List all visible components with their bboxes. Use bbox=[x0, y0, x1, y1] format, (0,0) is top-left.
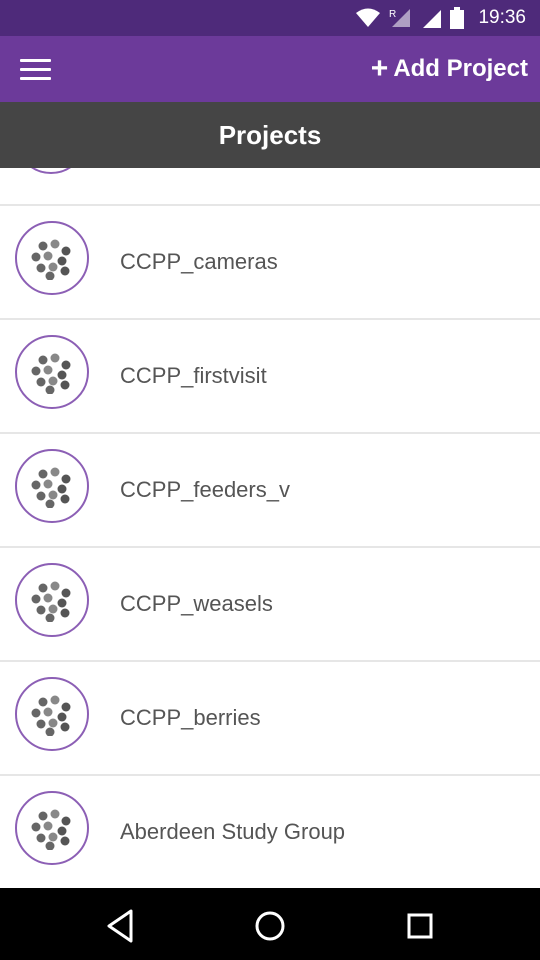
project-avatar bbox=[15, 563, 89, 637]
wifi-icon bbox=[356, 8, 381, 27]
list-item-partial[interactable] bbox=[0, 168, 540, 206]
project-avatar bbox=[15, 168, 87, 174]
hamburger-menu-icon[interactable] bbox=[20, 52, 58, 86]
cluster-logo-icon bbox=[31, 467, 71, 508]
add-project-label: Add Project bbox=[393, 55, 528, 82]
project-avatar bbox=[15, 335, 89, 409]
project-row[interactable]: CCPP_berries bbox=[0, 662, 540, 776]
project-list[interactable]: CCPP_cameras CCPP_firstvisit CCPP_feeders_… bbox=[0, 168, 540, 888]
project-row[interactable]: CCPP_cameras bbox=[0, 206, 540, 320]
cluster-logo-icon bbox=[31, 581, 71, 622]
project-name: CCPP_berries bbox=[120, 705, 261, 730]
project-avatar bbox=[15, 677, 89, 751]
project-name: Aberdeen Study Group bbox=[120, 819, 346, 844]
project-name: CCPP_feeders_v bbox=[120, 477, 290, 502]
status-time: 19:36 bbox=[478, 7, 526, 28]
project-avatar bbox=[15, 221, 89, 295]
cluster-logo-icon bbox=[31, 239, 71, 280]
project-avatar bbox=[15, 791, 89, 865]
back-triangle-icon[interactable] bbox=[101, 906, 141, 946]
add-project-button[interactable]: + Add Project bbox=[371, 36, 528, 102]
roaming-label: R bbox=[389, 9, 396, 20]
app-bar: + Add Project bbox=[0, 36, 540, 102]
cluster-logo-icon bbox=[31, 353, 71, 394]
navigation-bar bbox=[0, 888, 540, 960]
project-row[interactable]: Aberdeen Study Group bbox=[0, 776, 540, 888]
project-row[interactable]: CCPP_firstvisit bbox=[0, 320, 540, 434]
signal-roaming-icon: R bbox=[389, 9, 411, 27]
status-icons: R 19:36 bbox=[356, 0, 526, 36]
project-name: CCPP_weasels bbox=[120, 591, 273, 616]
cluster-logo-icon bbox=[31, 809, 71, 850]
home-circle-icon[interactable] bbox=[250, 906, 290, 946]
project-name: CCPP_cameras bbox=[120, 249, 278, 274]
project-row[interactable]: CCPP_weasels bbox=[0, 548, 540, 662]
battery-icon bbox=[450, 7, 465, 29]
cluster-logo-icon bbox=[31, 695, 71, 736]
project-avatar bbox=[15, 449, 89, 523]
page-title: Projects bbox=[0, 102, 540, 168]
signal-icon bbox=[423, 10, 442, 28]
recents-square-icon[interactable] bbox=[400, 906, 440, 946]
project-row[interactable]: CCPP_feeders_v bbox=[0, 434, 540, 548]
status-bar: R 19:36 bbox=[0, 0, 540, 36]
plus-icon: + bbox=[370, 52, 389, 85]
project-name: CCPP_firstvisit bbox=[120, 363, 267, 388]
